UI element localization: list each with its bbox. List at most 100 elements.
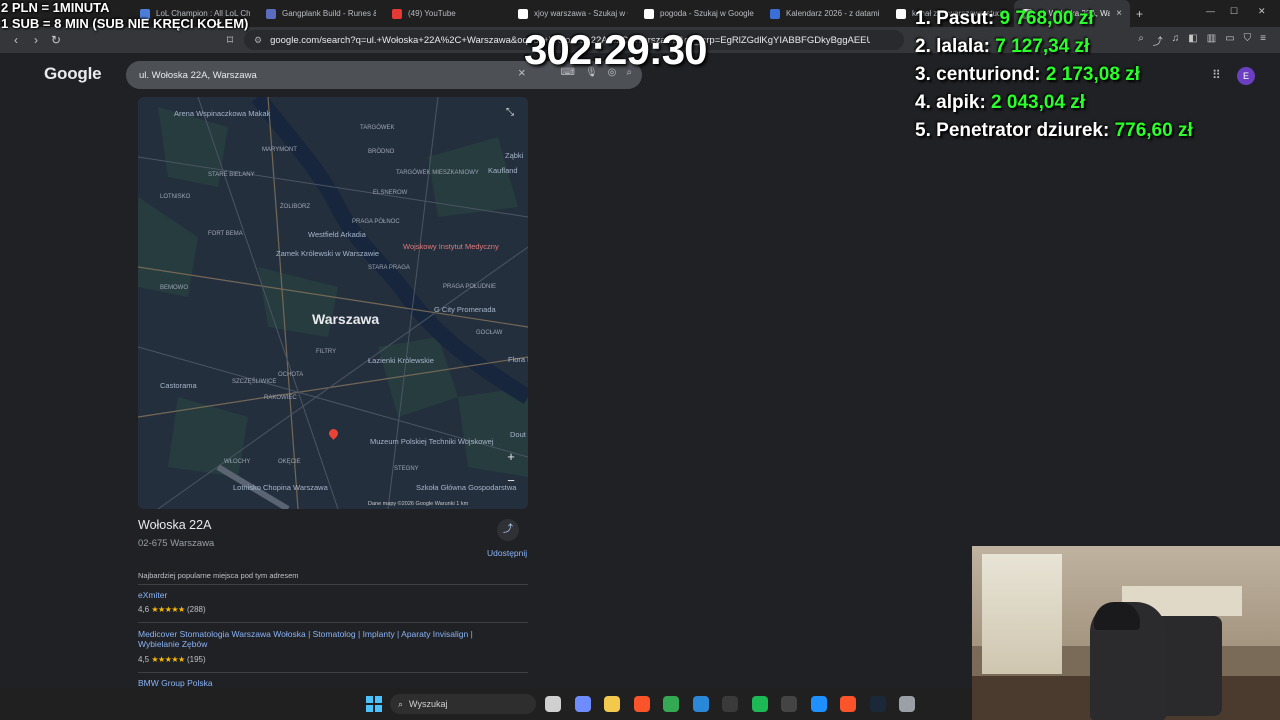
zoom-in-icon[interactable]: + <box>503 449 519 464</box>
reload-icon[interactable]: ↻ <box>46 33 66 47</box>
result-link[interactable]: Medicover Stomatologia Warszawa Wołoska … <box>138 629 508 649</box>
place-title: Wołoska 22A <box>138 518 212 532</box>
map-district-label: STEGNY <box>394 466 419 472</box>
start-icon[interactable] <box>366 696 382 712</box>
tab-favicon-icon <box>266 8 276 19</box>
minimize-icon[interactable]: — <box>1206 6 1215 16</box>
site-info-icon[interactable]: ⚙ <box>254 35 262 46</box>
expand-map-icon[interactable]: ⤡ <box>506 107 514 118</box>
spotify-icon[interactable] <box>751 696 768 712</box>
pause-app-icon[interactable] <box>781 696 797 712</box>
map-panel[interactable]: TARGÓWEK BRÓDNO MARYMONT STARE BIELANY ŻOLIB… <box>138 97 528 509</box>
zoom-out-icon[interactable]: − <box>503 473 519 488</box>
browser-tab[interactable]: (49) YouTube <box>384 0 510 27</box>
map-poi-label[interactable]: Zamek Królewski w Warszawie <box>276 249 379 258</box>
file-explorer-icon[interactable] <box>604 696 620 712</box>
rating-value: 4,5 <box>138 655 150 664</box>
copilot-icon[interactable] <box>574 696 591 712</box>
donation-rule-2: 1 SUB = 8 MIN (SUB NIE KRĘCI KOŁEM) <box>1 16 249 31</box>
leaderboard-rank: 3. <box>915 64 931 85</box>
map-district-label: BRÓDNO <box>368 149 395 155</box>
result-rating: 4,6 ★★★★★ (288) <box>138 605 206 614</box>
shield-icon[interactable]: ⛉ <box>1244 33 1252 48</box>
map-poi-label[interactable]: Kaufland <box>488 166 518 175</box>
tab-label: (49) YouTube <box>408 9 456 18</box>
settings-icon[interactable] <box>899 696 915 712</box>
browser-tab[interactable]: pogoda - Szukaj w Google <box>636 0 762 27</box>
map-poi-label[interactable]: Ząbki <box>505 151 523 160</box>
share-button[interactable]: Udostępnij <box>487 548 527 558</box>
share-icon[interactable]: ⤴ <box>497 519 519 541</box>
forward-icon[interactable]: › <box>26 33 46 47</box>
map-poi-label[interactable]: Szkoła Główna Gospodarstwa <box>416 483 516 492</box>
leaderboard-rank: 5. <box>915 120 931 141</box>
store-icon[interactable] <box>692 696 709 712</box>
menu-icon[interactable]: ≡ <box>1260 33 1266 48</box>
steam-icon[interactable] <box>869 696 886 712</box>
map-poi-label[interactable]: Castorama <box>160 381 197 390</box>
map-district-label: LOTNISKO <box>160 194 191 200</box>
map-poi-label[interactable]: G City Promenada <box>434 305 496 314</box>
map-district-label: OCHOTA <box>278 372 304 378</box>
browser-tab[interactable]: Gangplank Build - Runes & <box>258 0 384 27</box>
maximize-icon[interactable]: ☐ <box>1230 6 1238 17</box>
browser-tab[interactable]: Kalendarz 2026 - z datami <box>762 0 888 27</box>
sidebar-icon[interactable]: ▥ <box>1207 33 1216 48</box>
brave-alt-icon[interactable] <box>840 696 856 712</box>
back-icon[interactable]: ‹ <box>6 33 26 47</box>
task-view-icon[interactable] <box>545 696 561 712</box>
google-logo[interactable]: Google <box>44 64 102 84</box>
map-district-label: FILTRY <box>316 349 337 355</box>
tab-favicon-icon <box>392 8 402 19</box>
map-district-label: MARYMONT <box>262 147 297 153</box>
apps-grid-icon[interactable]: ⠿ <box>1212 68 1221 82</box>
tab-favicon-icon <box>770 8 780 19</box>
monitor-app-icon[interactable] <box>810 696 827 712</box>
donation-rules-overlay: 2 PLN = 1MINUTA 1 SUB = 8 MIN (SUB NIE K… <box>1 0 248 32</box>
donation-leaderboard: 1. Pasut: 9 768,00 zł 2. lalala: 7 127,34… <box>915 8 1193 148</box>
result-link[interactable]: eXmiter <box>138 590 508 600</box>
obs-icon[interactable] <box>722 696 738 712</box>
star-icons: ★★★★★ <box>151 655 185 664</box>
browser-tab[interactable]: xjoy warszawa - Szukaj w G <box>510 0 636 27</box>
leaderboard-row: 3. centuriond: 2 173,08 zł <box>915 64 1193 92</box>
map-district-label: STARA PRAGA <box>368 265 410 271</box>
divider <box>138 584 528 585</box>
result-link[interactable]: BMW Group Polska <box>138 678 508 688</box>
leaderboard-amount: 7 127,34 zł <box>995 36 1090 57</box>
taskbar-search[interactable]: ⌕ Wyszukaj <box>390 694 536 714</box>
map-poi-label[interactable]: Arena Wspinaczkowa Makak <box>174 109 270 118</box>
avatar[interactable]: E <box>1237 67 1255 85</box>
map-poi-label[interactable]: Muzeum Polskiej Techniki Wojskowej <box>370 437 494 446</box>
tab-label: Kalendarz 2026 - z datami <box>786 9 880 18</box>
divider <box>138 622 528 623</box>
brave-icon[interactable] <box>633 696 650 712</box>
map-district-label: STARE BIELANY <box>208 172 255 178</box>
wallet-icon[interactable]: ▭ <box>1225 33 1234 48</box>
leaderboard-name: Pasut: <box>936 8 995 29</box>
map-district-label: PRAGA PÓŁNOC <box>352 219 400 225</box>
map-poi-label[interactable]: Lotnisko Chopina Warszawa <box>233 483 328 492</box>
map-poi-label[interactable]: Flora Polska <box>508 355 528 364</box>
close-window-icon[interactable]: ✕ <box>1258 6 1266 17</box>
webcam-feed <box>972 546 1280 720</box>
leaderboard-name: alpik: <box>936 92 986 113</box>
bookmark-icon[interactable]: ⌑ <box>220 33 240 47</box>
map-canvas <box>138 97 528 509</box>
tab-favicon-icon <box>518 8 528 19</box>
tab-label: pogoda - Szukaj w Google <box>660 9 754 18</box>
map-poi-label[interactable]: Wojskowy Instytut Medyczny <box>403 242 499 251</box>
map-poi-label[interactable]: Westfield Arkadia <box>308 230 366 239</box>
leaderboard-row: 2. lalala: 7 127,34 zł <box>915 36 1193 64</box>
map-poi-label[interactable]: Łazienki Królewskie <box>368 356 434 365</box>
map-district-label: ŻOLIBORZ <box>280 204 311 210</box>
leaderboard-amount: 9 768,00 zł <box>999 8 1094 29</box>
map-city-label: Warszawa <box>312 311 380 327</box>
leaderboard-rank: 1. <box>915 8 931 29</box>
map-district-label: RAKOWIEC <box>264 395 297 401</box>
leaderboard-name: centuriond: <box>936 64 1041 85</box>
chrome-icon[interactable] <box>663 696 679 712</box>
map-district-label: FORT BEMA <box>208 231 243 237</box>
map-poi-label[interactable]: Dout Hilton <box>510 430 528 439</box>
star-icons: ★★★★★ <box>151 605 185 614</box>
